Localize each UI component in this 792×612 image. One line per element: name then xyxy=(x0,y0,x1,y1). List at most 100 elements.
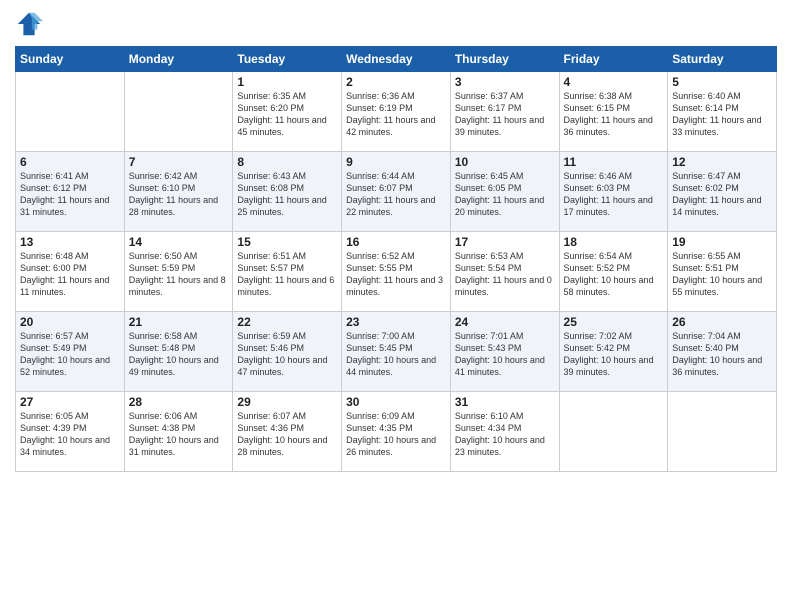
day-info: Sunrise: 6:55 AMSunset: 5:51 PMDaylight:… xyxy=(672,250,772,299)
day-info: Sunrise: 6:52 AMSunset: 5:55 PMDaylight:… xyxy=(346,250,446,299)
calendar-cell: 25Sunrise: 7:02 AMSunset: 5:42 PMDayligh… xyxy=(559,312,668,392)
day-number: 17 xyxy=(455,235,555,249)
day-number: 11 xyxy=(564,155,664,169)
day-info: Sunrise: 6:35 AMSunset: 6:20 PMDaylight:… xyxy=(237,90,337,139)
calendar-cell: 9Sunrise: 6:44 AMSunset: 6:07 PMDaylight… xyxy=(342,152,451,232)
day-number: 28 xyxy=(129,395,229,409)
calendar-cell: 12Sunrise: 6:47 AMSunset: 6:02 PMDayligh… xyxy=(668,152,777,232)
calendar-cell: 30Sunrise: 6:09 AMSunset: 4:35 PMDayligh… xyxy=(342,392,451,472)
calendar-cell: 22Sunrise: 6:59 AMSunset: 5:46 PMDayligh… xyxy=(233,312,342,392)
calendar-cell: 6Sunrise: 6:41 AMSunset: 6:12 PMDaylight… xyxy=(16,152,125,232)
day-number: 25 xyxy=(564,315,664,329)
day-number: 3 xyxy=(455,75,555,89)
day-info: Sunrise: 6:36 AMSunset: 6:19 PMDaylight:… xyxy=(346,90,446,139)
calendar-week-1: 1Sunrise: 6:35 AMSunset: 6:20 PMDaylight… xyxy=(16,72,777,152)
calendar-cell: 17Sunrise: 6:53 AMSunset: 5:54 PMDayligh… xyxy=(450,232,559,312)
day-info: Sunrise: 6:43 AMSunset: 6:08 PMDaylight:… xyxy=(237,170,337,219)
day-info: Sunrise: 6:09 AMSunset: 4:35 PMDaylight:… xyxy=(346,410,446,459)
calendar-cell xyxy=(124,72,233,152)
day-info: Sunrise: 6:38 AMSunset: 6:15 PMDaylight:… xyxy=(564,90,664,139)
header-day-sunday: Sunday xyxy=(16,47,125,72)
calendar-cell: 2Sunrise: 6:36 AMSunset: 6:19 PMDaylight… xyxy=(342,72,451,152)
header-day-friday: Friday xyxy=(559,47,668,72)
calendar-cell: 21Sunrise: 6:58 AMSunset: 5:48 PMDayligh… xyxy=(124,312,233,392)
calendar-table: SundayMondayTuesdayWednesdayThursdayFrid… xyxy=(15,46,777,472)
calendar-cell: 10Sunrise: 6:45 AMSunset: 6:05 PMDayligh… xyxy=(450,152,559,232)
logo-icon xyxy=(15,10,43,38)
day-number: 16 xyxy=(346,235,446,249)
calendar-cell: 24Sunrise: 7:01 AMSunset: 5:43 PMDayligh… xyxy=(450,312,559,392)
calendar-cell xyxy=(16,72,125,152)
day-number: 21 xyxy=(129,315,229,329)
day-number: 23 xyxy=(346,315,446,329)
day-number: 22 xyxy=(237,315,337,329)
day-info: Sunrise: 6:57 AMSunset: 5:49 PMDaylight:… xyxy=(20,330,120,379)
header-day-saturday: Saturday xyxy=(668,47,777,72)
day-info: Sunrise: 6:07 AMSunset: 4:36 PMDaylight:… xyxy=(237,410,337,459)
day-number: 29 xyxy=(237,395,337,409)
day-number: 30 xyxy=(346,395,446,409)
day-info: Sunrise: 7:01 AMSunset: 5:43 PMDaylight:… xyxy=(455,330,555,379)
day-number: 12 xyxy=(672,155,772,169)
day-number: 2 xyxy=(346,75,446,89)
calendar-cell: 14Sunrise: 6:50 AMSunset: 5:59 PMDayligh… xyxy=(124,232,233,312)
calendar-cell: 19Sunrise: 6:55 AMSunset: 5:51 PMDayligh… xyxy=(668,232,777,312)
day-info: Sunrise: 6:42 AMSunset: 6:10 PMDaylight:… xyxy=(129,170,229,219)
day-info: Sunrise: 6:48 AMSunset: 6:00 PMDaylight:… xyxy=(20,250,120,299)
header-day-wednesday: Wednesday xyxy=(342,47,451,72)
day-number: 26 xyxy=(672,315,772,329)
day-number: 4 xyxy=(564,75,664,89)
calendar-cell: 3Sunrise: 6:37 AMSunset: 6:17 PMDaylight… xyxy=(450,72,559,152)
calendar-cell: 4Sunrise: 6:38 AMSunset: 6:15 PMDaylight… xyxy=(559,72,668,152)
day-info: Sunrise: 6:58 AMSunset: 5:48 PMDaylight:… xyxy=(129,330,229,379)
day-info: Sunrise: 6:50 AMSunset: 5:59 PMDaylight:… xyxy=(129,250,229,299)
day-number: 27 xyxy=(20,395,120,409)
day-info: Sunrise: 6:51 AMSunset: 5:57 PMDaylight:… xyxy=(237,250,337,299)
header-day-monday: Monday xyxy=(124,47,233,72)
calendar-cell: 5Sunrise: 6:40 AMSunset: 6:14 PMDaylight… xyxy=(668,72,777,152)
day-info: Sunrise: 6:40 AMSunset: 6:14 PMDaylight:… xyxy=(672,90,772,139)
day-number: 9 xyxy=(346,155,446,169)
calendar-cell xyxy=(668,392,777,472)
calendar-header-row: SundayMondayTuesdayWednesdayThursdayFrid… xyxy=(16,47,777,72)
day-info: Sunrise: 6:53 AMSunset: 5:54 PMDaylight:… xyxy=(455,250,555,299)
header-day-thursday: Thursday xyxy=(450,47,559,72)
day-info: Sunrise: 6:37 AMSunset: 6:17 PMDaylight:… xyxy=(455,90,555,139)
day-number: 7 xyxy=(129,155,229,169)
calendar-cell: 16Sunrise: 6:52 AMSunset: 5:55 PMDayligh… xyxy=(342,232,451,312)
day-number: 19 xyxy=(672,235,772,249)
calendar-cell xyxy=(559,392,668,472)
day-info: Sunrise: 6:41 AMSunset: 6:12 PMDaylight:… xyxy=(20,170,120,219)
calendar-cell: 20Sunrise: 6:57 AMSunset: 5:49 PMDayligh… xyxy=(16,312,125,392)
calendar-cell: 23Sunrise: 7:00 AMSunset: 5:45 PMDayligh… xyxy=(342,312,451,392)
calendar-cell: 13Sunrise: 6:48 AMSunset: 6:00 PMDayligh… xyxy=(16,232,125,312)
calendar-week-3: 13Sunrise: 6:48 AMSunset: 6:00 PMDayligh… xyxy=(16,232,777,312)
calendar-week-5: 27Sunrise: 6:05 AMSunset: 4:39 PMDayligh… xyxy=(16,392,777,472)
header xyxy=(15,10,777,38)
logo xyxy=(15,10,47,38)
calendar-cell: 27Sunrise: 6:05 AMSunset: 4:39 PMDayligh… xyxy=(16,392,125,472)
calendar-cell: 29Sunrise: 6:07 AMSunset: 4:36 PMDayligh… xyxy=(233,392,342,472)
calendar-week-2: 6Sunrise: 6:41 AMSunset: 6:12 PMDaylight… xyxy=(16,152,777,232)
calendar-cell: 8Sunrise: 6:43 AMSunset: 6:08 PMDaylight… xyxy=(233,152,342,232)
day-number: 18 xyxy=(564,235,664,249)
calendar-cell: 31Sunrise: 6:10 AMSunset: 4:34 PMDayligh… xyxy=(450,392,559,472)
day-number: 24 xyxy=(455,315,555,329)
day-number: 31 xyxy=(455,395,555,409)
day-number: 8 xyxy=(237,155,337,169)
calendar-week-4: 20Sunrise: 6:57 AMSunset: 5:49 PMDayligh… xyxy=(16,312,777,392)
day-number: 5 xyxy=(672,75,772,89)
calendar-cell: 18Sunrise: 6:54 AMSunset: 5:52 PMDayligh… xyxy=(559,232,668,312)
day-info: Sunrise: 6:46 AMSunset: 6:03 PMDaylight:… xyxy=(564,170,664,219)
calendar-cell: 26Sunrise: 7:04 AMSunset: 5:40 PMDayligh… xyxy=(668,312,777,392)
day-info: Sunrise: 7:00 AMSunset: 5:45 PMDaylight:… xyxy=(346,330,446,379)
day-info: Sunrise: 6:54 AMSunset: 5:52 PMDaylight:… xyxy=(564,250,664,299)
day-number: 1 xyxy=(237,75,337,89)
day-info: Sunrise: 6:06 AMSunset: 4:38 PMDaylight:… xyxy=(129,410,229,459)
day-number: 10 xyxy=(455,155,555,169)
day-info: Sunrise: 7:04 AMSunset: 5:40 PMDaylight:… xyxy=(672,330,772,379)
page: SundayMondayTuesdayWednesdayThursdayFrid… xyxy=(0,0,792,612)
header-day-tuesday: Tuesday xyxy=(233,47,342,72)
day-number: 13 xyxy=(20,235,120,249)
day-number: 6 xyxy=(20,155,120,169)
